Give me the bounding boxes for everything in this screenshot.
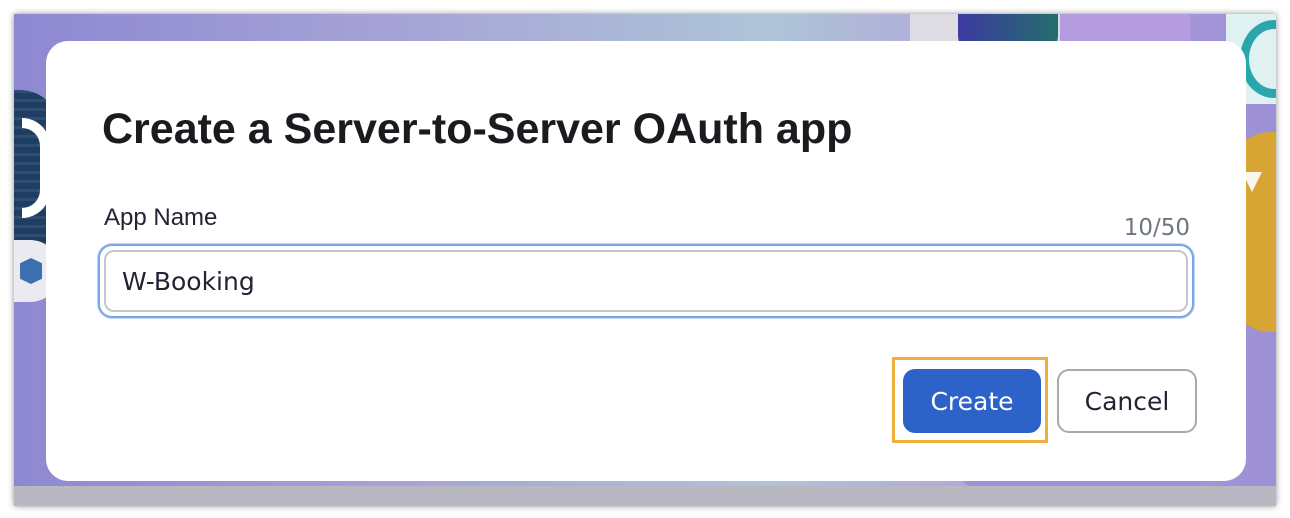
dialog-title: Create a Server-to-Server OAuth app [102, 105, 853, 153]
app-name-input[interactable] [104, 250, 1188, 312]
create-button[interactable]: Create [903, 369, 1041, 433]
background-strip [14, 486, 1276, 506]
screen: Create a Server-to-Server OAuth app App … [14, 14, 1276, 506]
character-counter: 10/50 [1123, 215, 1190, 241]
app-name-input-focus-ring [98, 244, 1194, 318]
tile-logo-icon [20, 258, 42, 284]
create-app-dialog: Create a Server-to-Server OAuth app App … [46, 41, 1246, 481]
cancel-button[interactable]: Cancel [1057, 369, 1197, 433]
app-name-label: App Name [104, 204, 218, 231]
